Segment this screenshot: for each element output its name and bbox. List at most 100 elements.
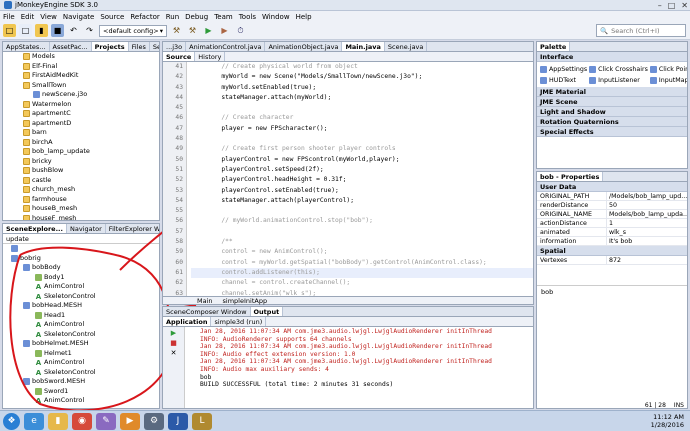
property-value[interactable]: 872 xyxy=(607,256,687,264)
output-subtab-0[interactable]: Application xyxy=(163,317,212,326)
config-dropdown[interactable]: <default config> ▾ xyxy=(99,24,167,37)
palette-item[interactable]: Click Crosshairs xyxy=(589,64,648,74)
property-value[interactable]: wlk_s xyxy=(607,228,687,236)
left-tab-2[interactable]: Projects xyxy=(91,42,129,51)
scene-tab-1[interactable]: Navigator xyxy=(67,224,106,233)
properties-section-spatial[interactable]: Spatial xyxy=(537,246,687,256)
menu-navigate[interactable]: Navigate xyxy=(63,13,94,21)
profile-icon[interactable]: ⏱ xyxy=(234,24,247,37)
output-subtab-1[interactable]: simple3d (run) xyxy=(211,317,267,326)
properties-tab[interactable]: bob - Properties xyxy=(537,172,604,181)
menu-help[interactable]: Help xyxy=(296,13,312,21)
menu-source[interactable]: Source xyxy=(100,13,124,21)
tree-item[interactable]: houseF_mesh xyxy=(23,214,159,220)
undo-icon[interactable]: ↶ xyxy=(67,24,80,37)
editor-tab-0[interactable]: ...j3o xyxy=(163,42,187,51)
search-input[interactable]: 🔍 Search (Ctrl+I) xyxy=(596,24,686,37)
chrome-icon[interactable]: ◉ xyxy=(72,412,92,430)
save-icon[interactable]: ■ xyxy=(51,24,64,37)
menu-debug[interactable]: Debug xyxy=(185,13,208,21)
scene-tree-item[interactable]: Sword1 xyxy=(7,387,159,397)
menu-file[interactable]: File xyxy=(3,13,15,21)
left-tab-0[interactable]: AppStates... xyxy=(3,42,50,51)
palette-item[interactable]: AppSettings xyxy=(540,64,587,74)
breadcrumb-item[interactable]: simpleInitApp xyxy=(223,297,268,305)
scene-tree-item[interactable]: bobBody xyxy=(7,263,159,273)
editor-tab-3[interactable]: Main.java xyxy=(342,42,385,51)
tree-item[interactable]: apartmentC xyxy=(23,109,159,119)
tree-item[interactable]: houseB_mesh xyxy=(23,204,159,214)
property-row[interactable]: renderDistance 50 xyxy=(537,201,687,210)
settings-icon[interactable]: ⚙ xyxy=(144,412,164,430)
output-tab-1[interactable]: Output xyxy=(250,307,284,316)
scene-tree-item[interactable]: bobrig xyxy=(7,254,159,264)
left-tab-4[interactable]: Services xyxy=(150,42,159,51)
property-row[interactable]: animated wlk_s xyxy=(537,228,687,237)
output-tab-0[interactable]: SceneComposer Window xyxy=(163,307,251,316)
tree-item[interactable]: birchA xyxy=(23,138,159,148)
tree-item[interactable]: bob_lamp_update xyxy=(23,147,159,157)
property-value[interactable]: 1 xyxy=(607,219,687,227)
close-icon[interactable]: ✕ xyxy=(681,1,688,10)
clean-build-icon[interactable]: ⚒ xyxy=(186,24,199,37)
tree-item[interactable]: Elf-Final xyxy=(23,62,159,72)
scene-tree-item[interactable]: A SkeletonControl xyxy=(7,292,159,302)
redo-icon[interactable]: ↷ xyxy=(83,24,96,37)
property-row[interactable]: actionDistance 1 xyxy=(537,219,687,228)
menu-run[interactable]: Run xyxy=(166,13,179,21)
media-icon[interactable]: ▶ xyxy=(120,412,140,430)
ie-icon[interactable]: e xyxy=(24,412,44,430)
run-icon[interactable]: ▶ xyxy=(202,24,215,37)
maximize-icon[interactable]: □ xyxy=(668,1,676,10)
jmonkey-icon[interactable]: J xyxy=(168,412,188,430)
tree-item[interactable]: barn xyxy=(23,128,159,138)
palette-category[interactable]: Special Effects xyxy=(537,127,687,137)
scene-tree-item[interactable]: A SkeletonControl xyxy=(7,330,159,340)
tree-item[interactable]: bushBlow xyxy=(23,166,159,176)
menu-tools[interactable]: Tools xyxy=(239,13,256,21)
tree-item[interactable]: bricky xyxy=(23,157,159,167)
clear-icon[interactable]: ✕ xyxy=(171,349,177,357)
property-row[interactable]: ORIGINAL_PATH/Models/bob_lamp_upd... xyxy=(537,192,687,201)
editor-tab-1[interactable]: AnimationControl.java xyxy=(186,42,266,51)
palette-item[interactable]: InputListener xyxy=(589,75,648,85)
scene-tab-0[interactable]: SceneExplore... xyxy=(3,224,67,233)
scene-tree-item[interactable]: A AnimControl xyxy=(7,358,159,368)
palette-category[interactable]: Interface xyxy=(537,52,687,62)
scene-tree-item[interactable]: Body1 xyxy=(7,273,159,283)
stop-icon[interactable]: ■ xyxy=(170,339,177,347)
palette-category[interactable]: JME Material xyxy=(537,87,687,97)
tree-item[interactable]: farmhouse xyxy=(23,195,159,205)
palette-item[interactable]: HUDText xyxy=(540,75,587,85)
menu-window[interactable]: Window xyxy=(262,13,290,21)
palette-item[interactable]: InputMapping xyxy=(649,75,687,85)
editor-tab-2[interactable]: AnimationObject.java xyxy=(265,42,343,51)
palette-category[interactable]: Light and Shadow xyxy=(537,107,687,117)
build-icon[interactable]: ⚒ xyxy=(170,24,183,37)
tree-item[interactable]: castle xyxy=(23,176,159,186)
debug-icon[interactable]: ▶ xyxy=(218,24,231,37)
minimize-icon[interactable]: – xyxy=(658,1,662,10)
tree-item[interactable]: FirstAidMedKit xyxy=(23,71,159,81)
open-icon[interactable]: ▮ xyxy=(35,24,48,37)
left-tab-1[interactable]: AssetPac... xyxy=(50,42,92,51)
menu-edit[interactable]: Edit xyxy=(21,13,35,21)
breadcrumb-item[interactable]: Main xyxy=(197,297,213,305)
properties-section-user-data[interactable]: User Data xyxy=(537,182,687,192)
menu-team[interactable]: Team xyxy=(214,13,233,21)
scene-tab-2[interactable]: FilterExplorer Wi... xyxy=(106,224,159,233)
scene-tree-item[interactable]: A AnimControl xyxy=(7,320,159,330)
tree-item[interactable]: church_mesh xyxy=(23,185,159,195)
palette-tab[interactable]: Palette xyxy=(537,42,571,51)
property-value[interactable]: Models/bob_lamp_upda... xyxy=(607,210,687,218)
rerun-icon[interactable]: ▶ xyxy=(171,329,176,337)
palette-category[interactable]: JME Scene xyxy=(537,97,687,107)
scene-tree-item[interactable] xyxy=(7,244,159,254)
palette-item[interactable]: Click Pointer xyxy=(649,64,687,74)
scene-tree-item[interactable]: A AnimControl xyxy=(7,282,159,292)
property-value[interactable]: /Models/bob_lamp_upd... xyxy=(607,192,687,200)
paint-icon[interactable]: ✎ xyxy=(96,412,116,430)
editor-subtab-0[interactable]: Source xyxy=(163,52,196,61)
menu-refactor[interactable]: Refactor xyxy=(130,13,159,21)
scene-tree-item[interactable]: bobSword.MESH xyxy=(7,377,159,387)
